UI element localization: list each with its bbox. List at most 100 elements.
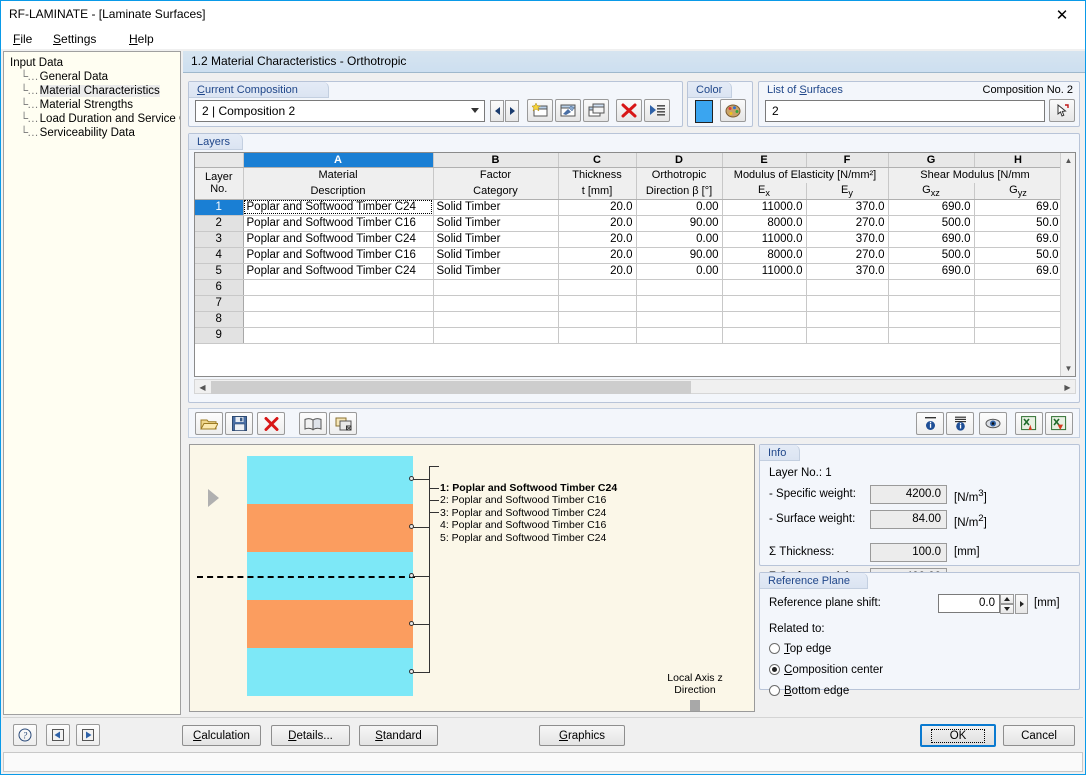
row-number[interactable]: 3: [195, 231, 244, 248]
cell-beta[interactable]: 90.00: [636, 247, 723, 264]
tree-root-input-data[interactable]: Input Data: [8, 56, 180, 70]
calculation-button[interactable]: Calculation: [182, 725, 261, 746]
info-all-button[interactable]: [946, 412, 974, 435]
cell-material[interactable]: [243, 327, 434, 344]
radio-top-edge[interactable]: Top edge: [769, 643, 831, 655]
cell-ex[interactable]: [722, 311, 807, 328]
col-letter-e[interactable]: E: [722, 153, 807, 168]
cell-ey[interactable]: 270.0: [806, 247, 889, 264]
table-row[interactable]: 8: [195, 311, 1063, 328]
cell-ey[interactable]: [806, 295, 889, 312]
cell-material[interactable]: Poplar and Softwood Timber C24: [243, 231, 434, 248]
cell-factor[interactable]: Solid Timber: [433, 231, 559, 248]
cell-beta[interactable]: 0.00: [636, 231, 723, 248]
previous-composition-button[interactable]: [490, 100, 504, 122]
table-row[interactable]: 3 Poplar and Softwood Timber C24 Solid T…: [195, 231, 1063, 248]
sidebar-item-serviceability-data[interactable]: └… Serviceability Data: [18, 126, 180, 140]
next-module-button[interactable]: [76, 724, 100, 746]
layers-table[interactable]: A B C D E F G H Layer No. Material Facto…: [194, 152, 1076, 377]
close-icon[interactable]: ✕: [1039, 1, 1085, 29]
row-number[interactable]: 8: [195, 311, 244, 328]
table-row[interactable]: 2 Poplar and Softwood Timber C16 Solid T…: [195, 215, 1063, 232]
table-vertical-scrollbar[interactable]: ▲ ▼: [1060, 153, 1075, 376]
cell-ey[interactable]: 270.0: [806, 215, 889, 232]
cell-gxz[interactable]: [888, 295, 975, 312]
new-composition-button[interactable]: [527, 99, 553, 122]
graphics-button[interactable]: Graphics: [539, 725, 625, 746]
cell-factor[interactable]: Solid Timber: [433, 247, 559, 264]
details-button[interactable]: Details...: [271, 725, 350, 746]
col-letter-f[interactable]: F: [806, 153, 889, 168]
pick-surface-button[interactable]: [1049, 99, 1075, 122]
delete-composition-button[interactable]: [616, 99, 642, 122]
cell-material[interactable]: [243, 311, 434, 328]
table-row[interactable]: 9: [195, 327, 1063, 344]
cell-thickness[interactable]: 20.0: [558, 199, 637, 216]
cell-beta[interactable]: 0.00: [636, 263, 723, 280]
cell-gyz[interactable]: 50.0: [974, 215, 1063, 232]
cell-factor[interactable]: [433, 311, 559, 328]
preview-button[interactable]: [979, 412, 1007, 435]
sidebar-item-load-duration[interactable]: └…Load Duration and Service Clas: [18, 112, 180, 126]
cell-ex[interactable]: [722, 295, 807, 312]
edit-composition-button[interactable]: [555, 99, 581, 122]
row-number[interactable]: 5: [195, 263, 244, 280]
cell-beta[interactable]: 0.00: [636, 199, 723, 216]
color-palette-button[interactable]: [720, 99, 746, 122]
cell-ex[interactable]: 11000.0: [722, 199, 807, 216]
cell-ey[interactable]: 370.0: [806, 199, 889, 216]
cell-gyz[interactable]: [974, 295, 1063, 312]
duplicate-button[interactable]: [329, 412, 357, 435]
expand-triangle-icon[interactable]: [208, 489, 219, 507]
cell-material[interactable]: Poplar and Softwood Timber C24: [243, 263, 434, 280]
cell-ex[interactable]: [722, 327, 807, 344]
row-number[interactable]: 4: [195, 247, 244, 264]
table-row[interactable]: 4 Poplar and Softwood Timber C16 Solid T…: [195, 247, 1063, 264]
scroll-right-icon[interactable]: ▶: [1060, 380, 1075, 395]
open-button[interactable]: [195, 412, 223, 435]
table-row[interactable]: 7: [195, 295, 1063, 312]
cell-ex[interactable]: 8000.0: [722, 247, 807, 264]
cell-gxz[interactable]: [888, 279, 975, 296]
ok-button[interactable]: OK: [920, 724, 996, 747]
save-button[interactable]: [225, 412, 253, 435]
cell-gxz[interactable]: 690.0: [888, 263, 975, 280]
cell-factor[interactable]: Solid Timber: [433, 199, 559, 216]
row-number[interactable]: 7: [195, 295, 244, 312]
spinner-down-button[interactable]: [1000, 604, 1014, 614]
table-row[interactable]: 1 Poplar and Softwood Timber C24 Solid T…: [195, 199, 1063, 216]
cell-beta[interactable]: 90.00: [636, 215, 723, 232]
cell-ex[interactable]: 11000.0: [722, 263, 807, 280]
layer-graphic-panel[interactable]: 1: Poplar and Softwood Timber C24 2: Pop…: [189, 444, 755, 712]
table-row[interactable]: 6: [195, 279, 1063, 296]
cell-ex[interactable]: 8000.0: [722, 215, 807, 232]
cell-thickness[interactable]: [558, 279, 637, 296]
table-horizontal-scrollbar[interactable]: ◀ ▶: [194, 379, 1076, 394]
delete-row-button[interactable]: [257, 412, 285, 435]
h-scroll-thumb[interactable]: [211, 381, 691, 394]
scroll-down-icon[interactable]: ▼: [1061, 361, 1075, 376]
table-row[interactable]: 5 Poplar and Softwood Timber C24 Solid T…: [195, 263, 1063, 280]
cell-thickness[interactable]: 20.0: [558, 231, 637, 248]
copy-composition-button[interactable]: [583, 99, 609, 122]
surfaces-input[interactable]: 2: [765, 100, 1045, 122]
cell-factor[interactable]: Solid Timber: [433, 263, 559, 280]
scroll-up-icon[interactable]: ▲: [1061, 153, 1075, 168]
col-letter-g[interactable]: G: [888, 153, 975, 168]
cell-ey[interactable]: [806, 327, 889, 344]
cell-material[interactable]: [243, 279, 434, 296]
cell-gxz[interactable]: [888, 327, 975, 344]
cell-beta[interactable]: [636, 327, 723, 344]
row-number[interactable]: 9: [195, 327, 244, 344]
cell-gyz[interactable]: 69.0: [974, 263, 1063, 280]
cell-ey[interactable]: [806, 311, 889, 328]
excel-import-button[interactable]: [1015, 412, 1043, 435]
cell-ey[interactable]: 370.0: [806, 231, 889, 248]
menu-item-settings[interactable]: Settings: [47, 32, 102, 46]
standard-button[interactable]: Standard: [359, 725, 438, 746]
cell-gxz[interactable]: 690.0: [888, 199, 975, 216]
cell-beta[interactable]: [636, 279, 723, 296]
cell-gyz[interactable]: 69.0: [974, 199, 1063, 216]
library-button[interactable]: [299, 412, 327, 435]
cell-material[interactable]: [243, 295, 434, 312]
